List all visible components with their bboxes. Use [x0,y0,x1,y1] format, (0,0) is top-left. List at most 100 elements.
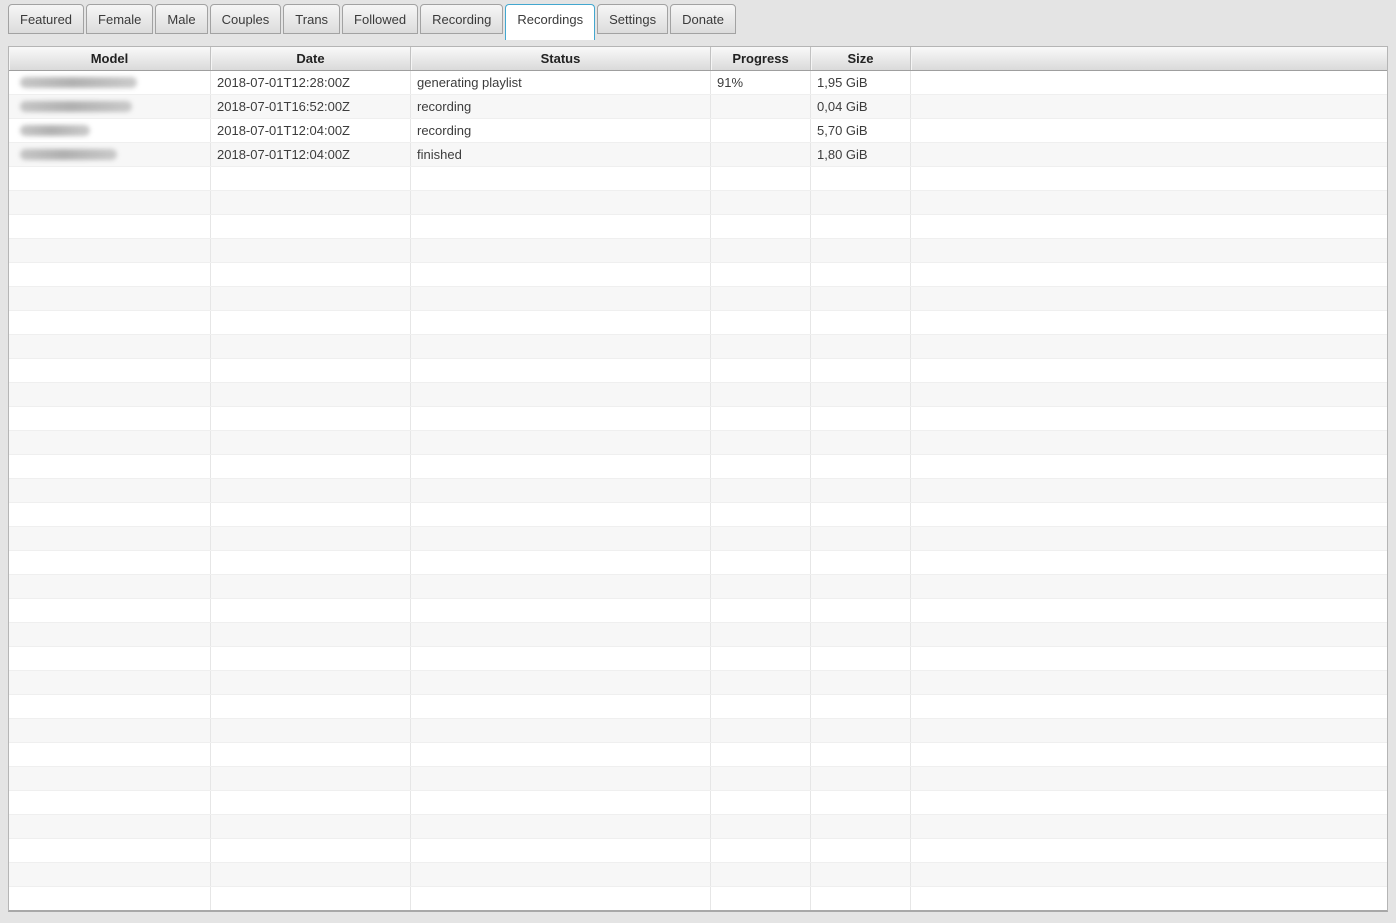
table-row-empty[interactable] [9,287,1387,311]
tab-settings[interactable]: Settings [597,4,669,34]
cell-size [811,719,911,742]
column-header-progress[interactable]: Progress [711,47,811,70]
table-row-empty[interactable] [9,839,1387,863]
table-row-empty[interactable] [9,263,1387,287]
cell-progress [711,527,811,550]
table-row-empty[interactable] [9,167,1387,191]
table-row-empty[interactable] [9,767,1387,791]
table-row-empty[interactable] [9,383,1387,407]
table-row-empty[interactable] [9,815,1387,839]
cell-date: 2018-07-01T12:04:00Z [211,119,411,142]
table-row-empty[interactable] [9,455,1387,479]
cell-model [9,863,211,886]
cell-size: 1,80 GiB [811,143,911,166]
cell-status: recording [411,119,711,142]
column-header-size[interactable]: Size [811,47,911,70]
cell-filler [911,311,1387,334]
cell-model [9,239,211,262]
table-row-empty[interactable] [9,599,1387,623]
cell-date [211,407,411,430]
cell-size [811,311,911,334]
cell-status [411,239,711,262]
cell-model [9,551,211,574]
cell-date [211,839,411,862]
cell-model [9,407,211,430]
cell-model [9,695,211,718]
cell-size [811,767,911,790]
table-row-empty[interactable] [9,527,1387,551]
table-row-empty[interactable] [9,623,1387,647]
tab-donate[interactable]: Donate [670,4,737,34]
table-row-empty[interactable] [9,671,1387,695]
cell-model [9,119,211,142]
tab-followed[interactable]: Followed [342,4,419,34]
cell-model [9,671,211,694]
tab-featured[interactable]: Featured [8,4,85,34]
tab-male[interactable]: Male [155,4,208,34]
table-row-empty[interactable] [9,575,1387,599]
cell-size [811,167,911,190]
column-header-date[interactable]: Date [211,47,411,70]
table-row-empty[interactable] [9,791,1387,815]
cell-progress [711,407,811,430]
column-header-model[interactable]: Model [9,47,211,70]
cell-model [9,143,211,166]
cell-filler [911,359,1387,382]
cell-model [9,503,211,526]
cell-filler [911,527,1387,550]
table-row-empty[interactable] [9,503,1387,527]
cell-date: 2018-07-01T12:28:00Z [211,71,411,94]
table-row-empty[interactable] [9,863,1387,887]
tab-recordings[interactable]: Recordings [505,4,596,40]
column-header-status[interactable]: Status [411,47,711,70]
cell-progress [711,167,811,190]
cell-date [211,767,411,790]
table-row-empty[interactable] [9,647,1387,671]
table-row-empty[interactable] [9,407,1387,431]
tab-female[interactable]: Female [86,4,154,34]
table-row-empty[interactable] [9,431,1387,455]
cell-model [9,287,211,310]
cell-progress [711,551,811,574]
table-row-empty[interactable] [9,719,1387,743]
cell-filler [911,503,1387,526]
tab-trans[interactable]: Trans [283,4,341,34]
cell-progress [711,359,811,382]
tab-recording[interactable]: Recording [420,4,504,34]
table-row-empty[interactable] [9,743,1387,767]
redacted-model-name [20,101,132,112]
table-row-empty[interactable] [9,215,1387,239]
table-row-empty[interactable] [9,191,1387,215]
table-row-empty[interactable] [9,335,1387,359]
cell-date [211,383,411,406]
cell-progress [711,599,811,622]
cell-size [811,383,911,406]
cell-size [811,527,911,550]
cell-status [411,335,711,358]
cell-filler [911,143,1387,166]
table-row-empty[interactable] [9,239,1387,263]
table-row[interactable]: 2018-07-01T16:52:00Z recording 0,04 GiB [9,95,1387,119]
cell-progress [711,311,811,334]
cell-filler [911,71,1387,94]
column-header-filler[interactable] [911,47,1387,70]
table-row[interactable]: 2018-07-01T12:28:00Z generating playlist… [9,71,1387,95]
cell-date [211,263,411,286]
table-row-empty[interactable] [9,479,1387,503]
cell-size [811,359,911,382]
table-row-empty[interactable] [9,359,1387,383]
table-row-empty[interactable] [9,311,1387,335]
cell-status [411,791,711,814]
tab-couples[interactable]: Couples [209,4,282,34]
table-row[interactable]: 2018-07-01T12:04:00Z recording 5,70 GiB [9,119,1387,143]
table-row-empty[interactable] [9,887,1387,910]
cell-size [811,647,911,670]
table-row[interactable]: 2018-07-01T12:04:00Z finished 1,80 GiB [9,143,1387,167]
cell-model [9,839,211,862]
table-row-empty[interactable] [9,551,1387,575]
table-body: 2018-07-01T12:28:00Z generating playlist… [9,71,1387,910]
table-row-empty[interactable] [9,695,1387,719]
cell-progress [711,383,811,406]
cell-status [411,671,711,694]
cell-filler [911,551,1387,574]
